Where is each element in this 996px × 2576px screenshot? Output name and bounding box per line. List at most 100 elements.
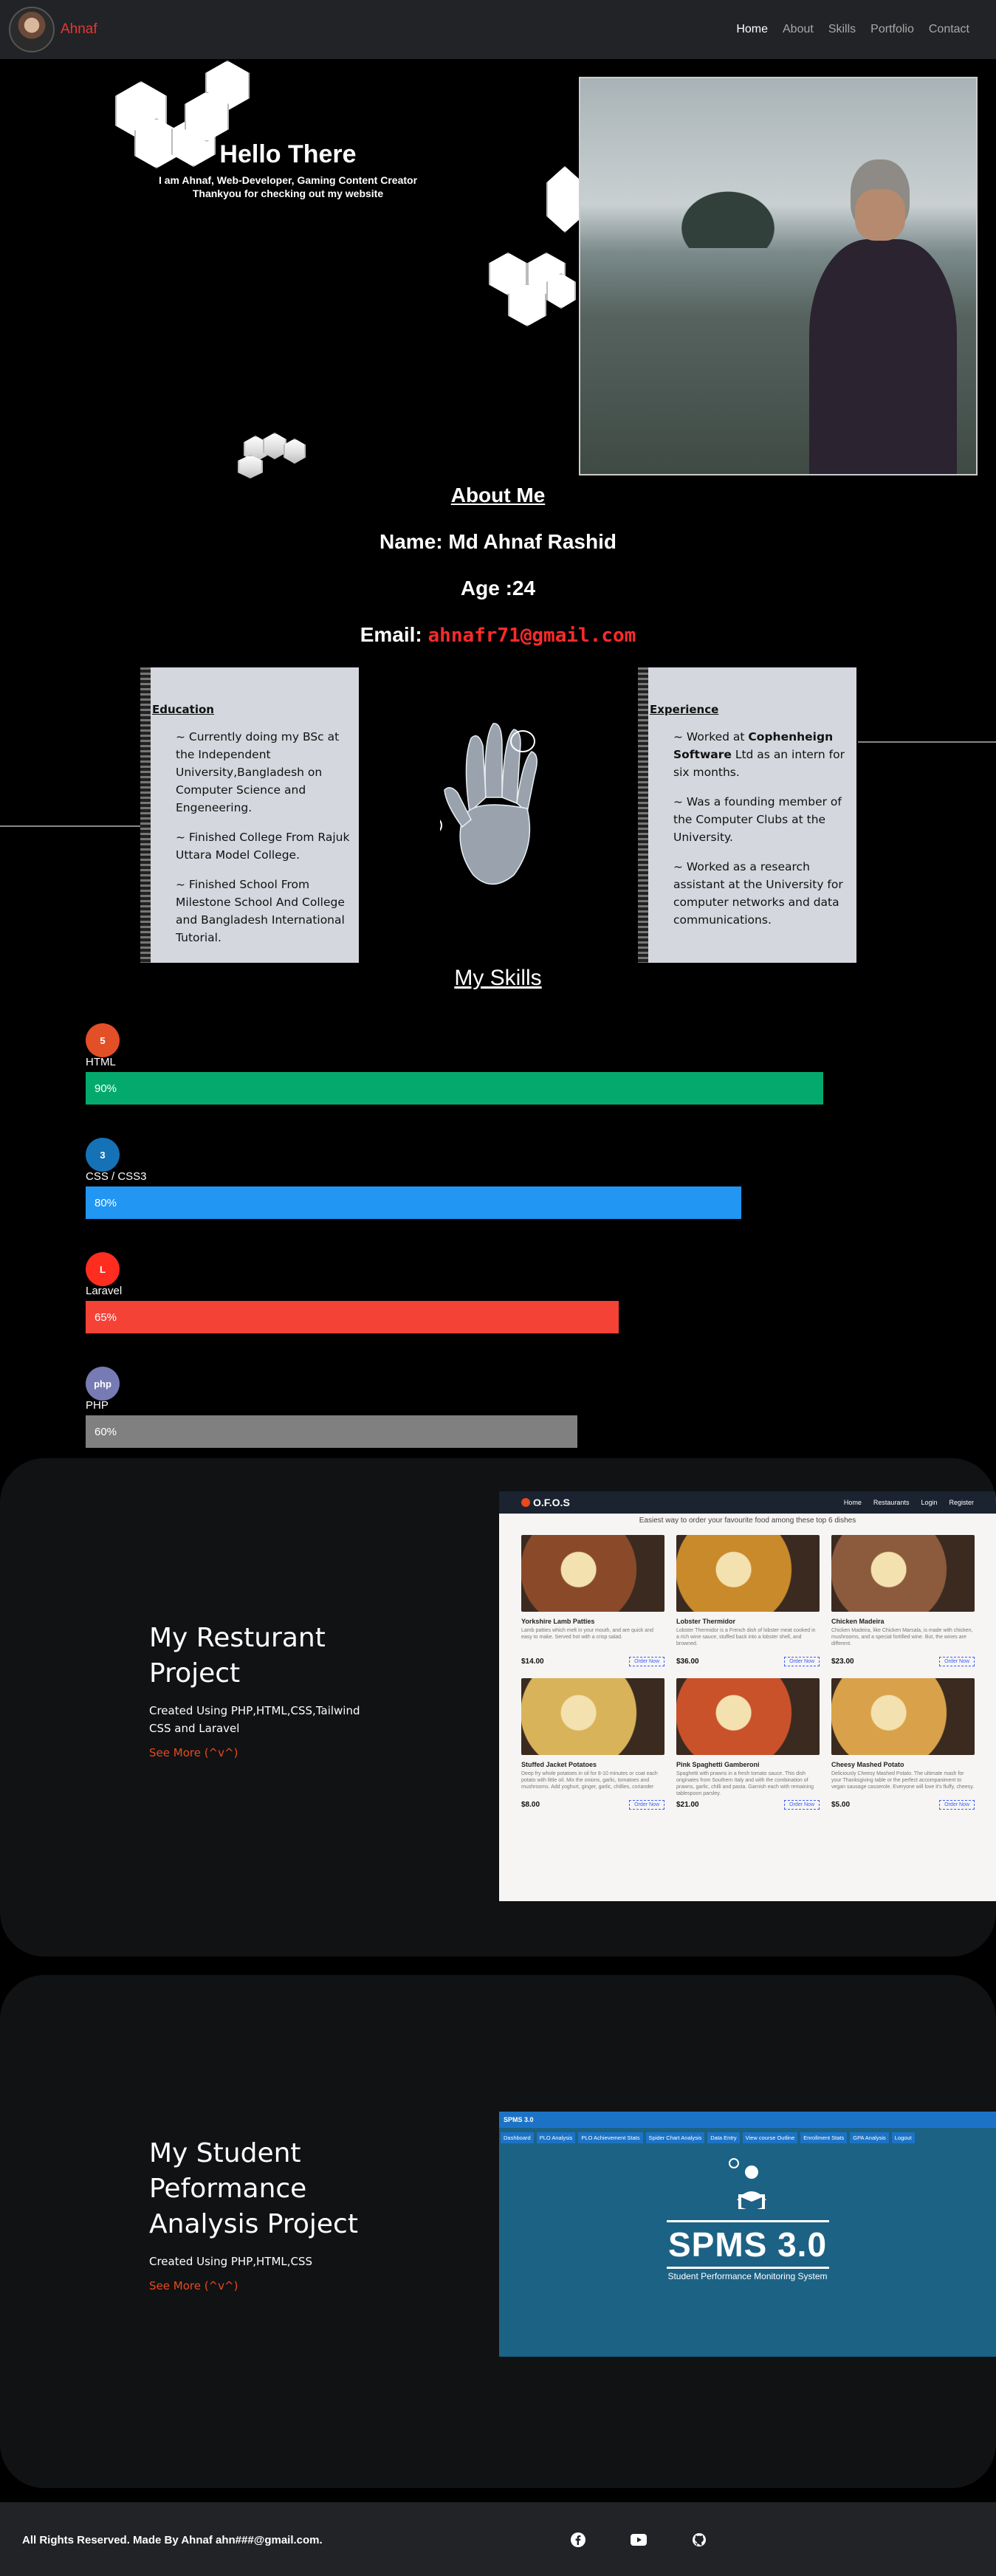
- screenshot-navbar: O.F.O.S Home Restaurants Login Register: [499, 1491, 996, 1514]
- see-more-link[interactable]: See More (^v^): [149, 1746, 371, 1759]
- dish-description: Lobster Thermidor is a French dish of lo…: [676, 1628, 816, 1646]
- screenshot-link: Home: [843, 1499, 862, 1506]
- dish-image: [676, 1535, 820, 1612]
- dish-image: [831, 1678, 975, 1755]
- spms-header: SPMS 3.0: [499, 2112, 996, 2128]
- hero-title: Hello There: [219, 140, 357, 168]
- project-card-spms: My Student Peformance Analysis Project C…: [0, 1975, 996, 2488]
- skill-name: Laravel: [86, 1285, 123, 1297]
- project-description: Created Using PHP,HTML,CSS: [149, 2255, 313, 2268]
- education-list: ~ Currently doing my BSc at the Independ…: [176, 728, 359, 947]
- hero-section: Hello There I am Ahnaf, Web-Developer, G…: [0, 59, 996, 480]
- dish-image: [521, 1678, 664, 1755]
- dish-image: [831, 1535, 975, 1612]
- project-card-restaurant: My Resturant Project Created Using PHP,H…: [0, 1458, 996, 1957]
- about-name: Name: Md Ahnaf Rashid: [379, 530, 617, 553]
- dish-card: Lobster Thermidor Lobster Thermidor is a …: [676, 1535, 820, 1666]
- nav-link-skills[interactable]: Skills: [828, 23, 856, 36]
- skill-name: CSS / CSS3: [86, 1170, 147, 1183]
- dish-name: Lobster Thermidor: [676, 1618, 736, 1625]
- order-now-button: Order Now: [784, 1800, 820, 1810]
- education-card: Education ~ Currently doing my BSc at th…: [140, 667, 359, 963]
- nav-link-home[interactable]: Home: [736, 23, 768, 36]
- nav-link-about[interactable]: About: [783, 23, 814, 36]
- screenshot-link: Restaurants: [873, 1499, 910, 1506]
- about-heading: About Me: [450, 484, 546, 506]
- screenshot-link: Login: [921, 1499, 938, 1506]
- hexagon-decoration: [546, 166, 583, 233]
- profile-photo: [579, 77, 978, 475]
- experience-heading: Experience: [650, 703, 719, 716]
- skill-name: PHP: [86, 1399, 109, 1412]
- screenshot-logo: O.F.O.S: [521, 1497, 570, 1508]
- student-reading-icon: [728, 2158, 766, 2211]
- css3-icon: 3: [86, 1138, 120, 1172]
- spms-tab: Logout: [891, 2132, 915, 2143]
- footer-text: All Rights Reserved. Made By Ahnaf ahn##…: [22, 2534, 323, 2546]
- spms-tab: Enrollment Stats: [800, 2132, 848, 2143]
- dish-image: [676, 1678, 820, 1755]
- youtube-icon[interactable]: [631, 2532, 647, 2548]
- email-value[interactable]: ahnafr71@gmail.com: [428, 625, 636, 647]
- spms-tabs: Dashboard PLO Analysis PLO Achievement Sta…: [499, 2128, 996, 2148]
- skill-track: 90%: [86, 1072, 831, 1105]
- dish-price: $5.00: [831, 1801, 851, 1809]
- project-text: My Resturant Project Created Using PHP,H…: [149, 1621, 371, 1759]
- dish-card: Chicken Madeira Chicken Madeira, like Chi…: [831, 1535, 975, 1666]
- dish-name: Yorkshire Lamb Patties: [521, 1618, 595, 1625]
- education-item: ~ Finished College From Rajuk Uttara Mod…: [176, 831, 350, 862]
- skill-name: HTML: [86, 1056, 116, 1068]
- experience-item: ~ Worked at Cophenheign Software Ltd as …: [673, 730, 845, 779]
- skill-track: 80%: [86, 1186, 831, 1219]
- spms-logo-subtitle: Student Performance Monitoring System: [667, 2271, 828, 2281]
- nav-links: Home About Skills Portfolio Contact: [736, 0, 969, 59]
- dish-card: Cheesy Mashed Potato Deliciously Cheesy M…: [831, 1678, 975, 1810]
- dish-card: Yorkshire Lamb Patties Lamb patties which…: [521, 1535, 664, 1666]
- dish-description: Chicken Madeira, like Chicken Marsala, i…: [831, 1628, 973, 1646]
- dish-description: Deliciously Cheesy Mashed Potato. The ul…: [831, 1771, 975, 1790]
- skill-bar: 65%: [86, 1301, 619, 1333]
- order-now-button: Order Now: [939, 1657, 975, 1666]
- hero-text: Hello There I am Ahnaf, Web-Developer, G…: [140, 140, 436, 200]
- spms-tab: PLO Analysis: [536, 2132, 576, 2143]
- hexagon-decoration: [284, 439, 306, 464]
- dish-name: Cheesy Mashed Potato: [831, 1761, 904, 1768]
- photo-person: [802, 159, 957, 474]
- dish-card: Stuffed Jacket Potatoes Deep fry whole po…: [521, 1678, 664, 1810]
- laravel-icon: L: [86, 1252, 120, 1286]
- project-title: My Student Peformance Analysis Project: [149, 2138, 358, 2239]
- about-age: Age :24: [460, 577, 536, 600]
- see-more-link[interactable]: See More (^v^): [149, 2279, 371, 2292]
- spms-tab: View course Outline: [742, 2132, 798, 2143]
- email-label: Email:: [360, 623, 428, 646]
- project-text: My Student Peformance Analysis Project C…: [149, 2136, 371, 2292]
- php-icon: php: [86, 1367, 120, 1401]
- facebook-icon[interactable]: [570, 2532, 586, 2548]
- connector-line: [0, 825, 140, 827]
- skill-bar: 90%: [86, 1072, 823, 1105]
- dish-description: Spaghetti with prawns in a fresh tomato …: [676, 1771, 814, 1796]
- handprint-image: [440, 723, 538, 885]
- order-now-button: Order Now: [939, 1800, 975, 1810]
- dish-name: Stuffed Jacket Potatoes: [521, 1761, 597, 1768]
- skill-bar: 80%: [86, 1186, 741, 1219]
- dish-image: [521, 1535, 664, 1612]
- experience-item: ~ Was a founding member of the Computer …: [673, 795, 842, 844]
- nav-link-portfolio[interactable]: Portfolio: [870, 23, 914, 36]
- github-icon[interactable]: [691, 2532, 707, 2548]
- photo-trees: [669, 182, 787, 248]
- spms-tab: Data Entry: [707, 2132, 740, 2143]
- experience-item: ~ Worked as a research assistant at the …: [673, 860, 843, 927]
- hero-subtitle-2: Thankyou for checking out my website: [192, 188, 384, 199]
- spms-tab: GPA Analysis: [850, 2132, 889, 2143]
- screenshot-headline: Easiest way to order your favourite food…: [639, 1517, 856, 1525]
- education-item: ~ Currently doing my BSc at the Independ…: [176, 730, 340, 814]
- spms-tab: PLO Achievement Stats: [578, 2132, 643, 2143]
- spms-logo: SPMS 3.0 Student Performance Monitoring …: [499, 2156, 996, 2281]
- nav-link-contact[interactable]: Contact: [929, 23, 969, 36]
- spms-screenshot: SPMS 3.0 Dashboard PLO Analysis PLO Achiev…: [499, 2112, 996, 2357]
- brand[interactable]: Ahnaf: [9, 7, 97, 52]
- education-item: ~ Finished School From Milestone School …: [176, 878, 345, 944]
- dish-description: Lamb patties which melt in your mouth, a…: [521, 1628, 653, 1640]
- spms-tab: Spider Chart Analysis: [645, 2132, 705, 2143]
